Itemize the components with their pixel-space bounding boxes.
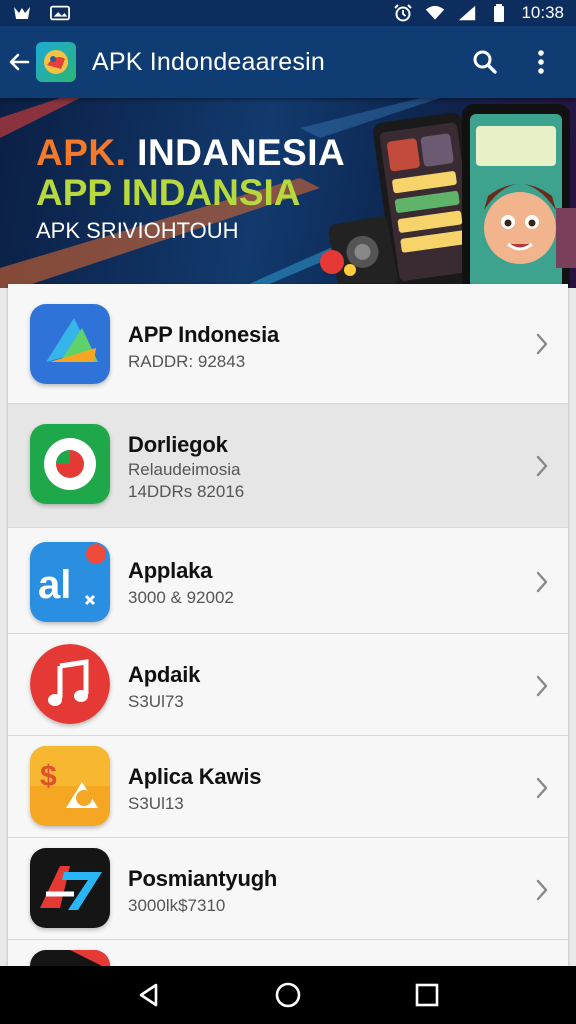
- banner-headline-rest: INDANESIA: [126, 132, 346, 173]
- status-time: 10:38: [521, 3, 564, 22]
- app-name: APP Indonesia: [128, 322, 280, 347]
- list-item-aplica-kawis[interactable]: $ Aplica Kawis S3Ul13: [8, 736, 568, 838]
- status-bar: 10:38: [0, 0, 576, 26]
- app-meta: S3Ul73: [128, 692, 184, 711]
- app-name: Dorliegok: [128, 432, 228, 457]
- list-item-dorliegok[interactable]: Dorliegok Relaudeimosia 14DDRs 82016: [8, 404, 568, 528]
- banner-headline-accent: APK.: [36, 132, 127, 173]
- svg-text:$: $: [40, 760, 57, 793]
- app-meta: 3000 & 92002: [128, 588, 234, 607]
- list-item-app-indonesia[interactable]: APP Indonesia RADDR: 92843: [8, 284, 568, 404]
- partial-app-icon: [30, 950, 110, 966]
- banner-tagline: APK SRIVIOHTOUH: [36, 218, 239, 243]
- home-nav-icon[interactable]: [268, 975, 308, 1015]
- system-nav-bar: [0, 966, 576, 1024]
- chevron-right-icon: [532, 672, 552, 700]
- app-logo-icon: [36, 42, 76, 82]
- app-meta-secondary: 14DDRs 82016: [128, 482, 245, 501]
- green-circle-app-icon: [30, 424, 110, 504]
- chevron-right-icon: [532, 568, 552, 596]
- music-note-app-icon: [30, 644, 110, 724]
- orange-app-icon: $: [30, 746, 110, 826]
- back-arrow-icon[interactable]: [4, 42, 34, 82]
- app-name: Apdaik: [128, 662, 201, 687]
- app-meta: RADDR: 92843: [128, 352, 246, 371]
- notification-icon: [12, 5, 32, 21]
- search-icon[interactable]: [468, 42, 502, 82]
- list-item-applaka[interactable]: al Applaka 3000 & 92002: [8, 528, 568, 634]
- al-app-icon: al: [30, 542, 110, 622]
- promo-banner[interactable]: APK. INDANESIA APP INDANSIA APK SRIVIOHT…: [0, 98, 576, 288]
- image-icon: [50, 5, 70, 21]
- battery-icon: [489, 4, 509, 22]
- list-item-partial[interactable]: [8, 940, 568, 966]
- chevron-right-icon: [532, 876, 552, 904]
- page-title: APK Indondeaaresin: [92, 47, 325, 76]
- app-meta: S3Ul13: [128, 794, 184, 813]
- app-meta: 3000lk$7310: [128, 896, 226, 915]
- back-nav-icon[interactable]: [129, 975, 169, 1015]
- app-name: Posmiantyugh: [128, 866, 278, 891]
- app-bar: APK Indondeaaresin: [0, 26, 576, 98]
- app-list: APP Indonesia RADDR: 92843 Dorliegok Rel…: [8, 284, 568, 966]
- banner-subheadline: APP INDANSIA: [36, 172, 301, 213]
- chevron-right-icon: [532, 452, 552, 480]
- chevron-right-icon: [532, 774, 552, 802]
- list-item-apdaik[interactable]: Apdaik S3Ul73: [8, 634, 568, 736]
- blue-triangle-app-icon: [30, 304, 110, 384]
- banner-headline: APK. INDANESIA: [36, 132, 345, 174]
- app-name: Aplica Kawis: [128, 764, 262, 789]
- app-meta: Relaudeimosia: [128, 460, 241, 479]
- alarm-icon: [393, 4, 413, 22]
- signal-icon: [457, 5, 477, 21]
- app-name: Applaka: [128, 558, 213, 583]
- svg-text:al: al: [38, 563, 71, 607]
- wifi-icon: [425, 5, 445, 21]
- a7-app-icon: [30, 848, 110, 928]
- chevron-right-icon: [532, 330, 552, 358]
- list-item-posmiantyugh[interactable]: Posmiantyugh 3000lk$7310: [8, 838, 568, 940]
- more-vert-icon[interactable]: [524, 42, 558, 82]
- recents-nav-icon[interactable]: [407, 975, 447, 1015]
